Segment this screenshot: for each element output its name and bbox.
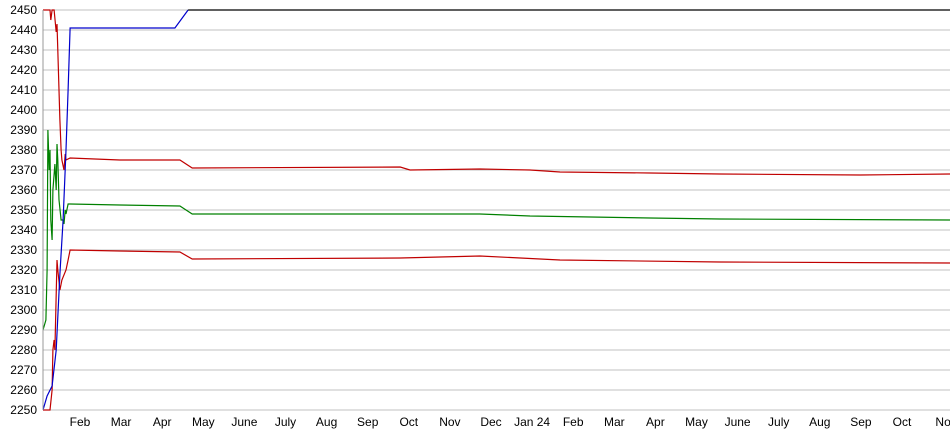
x-tick-label: Feb [70,415,91,429]
x-tick-label: No [935,415,950,429]
y-tick-label: 2380 [10,143,37,157]
x-tick-label: Apr [646,415,665,429]
x-tick-label: Mar [111,415,132,429]
grid-lines [43,9,950,411]
line-chart: 2250 2260 2270 2280 2290 2300 2310 2320 2330 2340… [10,3,950,429]
x-tick-label: July [768,415,789,429]
y-tick-label: 2300 [10,303,37,317]
y-tick-label: 2400 [10,103,37,117]
y-tick-label: 2280 [10,343,37,357]
x-tick-label: Oct [893,415,912,429]
x-tick-label: July [275,415,296,429]
x-tick-label: May [192,415,215,429]
y-tick-label: 2250 [10,403,37,417]
y-tick-label: 2350 [10,203,37,217]
x-tick-label: Sep [357,415,379,429]
y-tick-label: 2340 [10,223,37,237]
x-tick-label: May [685,415,708,429]
y-tick-label: 2450 [10,3,37,17]
x-tick-label: Mar [604,415,625,429]
x-tick-label: Apr [153,415,172,429]
x-tick-label: Oct [399,415,418,429]
x-tick-label: June [725,415,751,429]
x-tick-label: Feb [563,415,584,429]
x-tick-label: Aug [809,415,830,429]
x-tick-label: Dec [480,415,501,429]
y-tick-label: 2390 [10,123,37,137]
x-tick-label: Jan 24 [514,415,550,429]
x-tick-label: Aug [316,415,337,429]
x-axis-ticks: Feb Mar Apr May June July Aug Sep Oct Nov Dec Jan 2… [70,415,950,429]
y-tick-label: 2420 [10,63,37,77]
x-tick-label: Sep [850,415,872,429]
x-tick-label: June [231,415,257,429]
y-tick-label: 2410 [10,83,37,97]
x-tick-label: Nov [439,415,460,429]
y-tick-label: 2370 [10,163,37,177]
y-tick-label: 2320 [10,263,37,277]
y-tick-label: 2440 [10,23,37,37]
y-tick-label: 2270 [10,363,37,377]
y-axis-ticks: 2250 2260 2270 2280 2290 2300 2310 2320 2330 2340… [10,3,37,417]
y-tick-label: 2360 [10,183,37,197]
y-tick-label: 2330 [10,243,37,257]
y-tick-label: 2310 [10,283,37,297]
y-tick-label: 2430 [10,43,37,57]
y-tick-label: 2290 [10,323,37,337]
y-tick-label: 2260 [10,383,37,397]
